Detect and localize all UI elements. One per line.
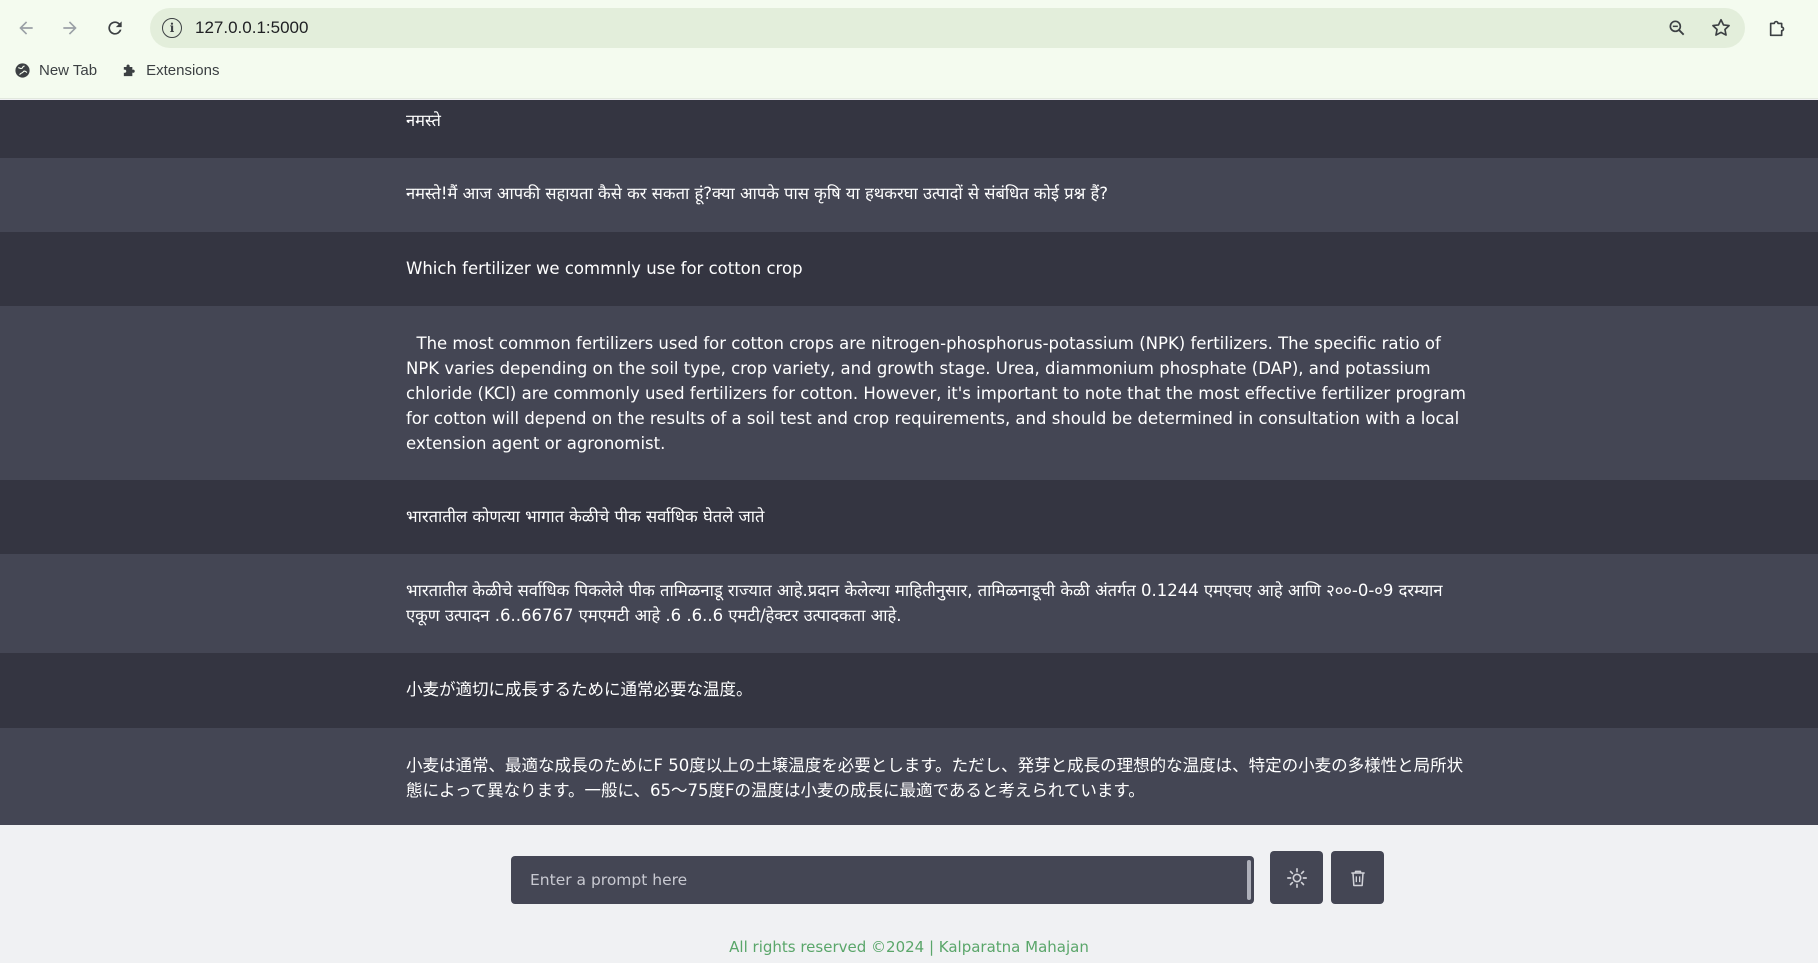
input-scroll-handle[interactable] — [1247, 860, 1251, 900]
back-button[interactable] — [12, 14, 40, 42]
message-text: 小麦が適切に成長するために通常必要な温度。 — [406, 680, 753, 699]
prompt-input[interactable] — [511, 856, 1254, 904]
bookmarks-bar: New Tab Extensions — [14, 62, 219, 79]
delete-chat-button[interactable] — [1331, 851, 1384, 904]
bot-message: 小麦は通常、最適な成長のためにF 50度以上の土壌温度を必要とします。ただし、発… — [0, 728, 1818, 825]
sun-icon — [1286, 867, 1307, 888]
message-text: 小麦は通常、最適な成長のためにF 50度以上の土壌温度を必要とします。ただし、発… — [406, 756, 1464, 800]
reload-icon — [108, 21, 122, 35]
back-arrow-icon — [19, 21, 33, 35]
message-text: भारतातील केळीचे सर्वाधिक पिकलेले पीक ताम… — [406, 581, 1443, 625]
extensions-icon[interactable] — [1764, 14, 1792, 42]
reload-button[interactable] — [101, 14, 129, 42]
zoom-icon[interactable] — [1665, 16, 1689, 40]
site-info-icon[interactable]: i — [162, 18, 182, 38]
message-text: नमस्ते!मैं आज आपकी सहायता कैसे कर सकता ह… — [406, 184, 1109, 203]
user-message: भारतातील कोणत्या भागात केळीचे पीक सर्वाध… — [0, 480, 1818, 554]
footer-text: All rights reserved ©2024 | Kalparatna M… — [729, 938, 1089, 956]
bookmark-label: Extensions — [146, 62, 220, 79]
forward-button[interactable] — [56, 14, 84, 42]
bookmark-label: New Tab — [39, 62, 98, 79]
message-text: भारतातील कोणत्या भागात केळीचे पीक सर्वाध… — [406, 507, 765, 526]
message-text: The most common fertilizers used for cot… — [406, 334, 1472, 453]
message-text: Which fertilizer we commnly use for cott… — [406, 259, 803, 278]
address-bar[interactable]: i 127.0.0.1:5000 — [150, 8, 1745, 48]
theme-toggle-button[interactable] — [1270, 851, 1323, 904]
bot-message: The most common fertilizers used for cot… — [0, 306, 1818, 480]
forward-arrow-icon — [63, 21, 77, 35]
chat-history[interactable]: नमस्ते नमस्ते!मैं आज आपकी सहायता कैसे कर… — [0, 100, 1818, 825]
bookmark-star-icon[interactable] — [1709, 16, 1733, 40]
bot-message: भारतातील केळीचे सर्वाधिक पिकलेले पीक ताम… — [0, 554, 1818, 653]
bookmark-new-tab[interactable]: New Tab — [14, 62, 97, 79]
prompt-box[interactable] — [511, 856, 1254, 904]
bookmark-extensions[interactable]: Extensions — [121, 62, 219, 79]
message-text: नमस्ते — [406, 111, 441, 130]
globe-icon — [15, 63, 30, 78]
user-message: 小麦が適切に成長するために通常必要な温度。 — [0, 653, 1818, 728]
puzzle-icon — [123, 64, 135, 77]
url-text[interactable]: 127.0.0.1:5000 — [195, 18, 308, 38]
bot-message: नमस्ते!मैं आज आपकी सहायता कैसे कर सकता ह… — [0, 158, 1818, 232]
user-message: Which fertilizer we commnly use for cott… — [0, 232, 1818, 306]
trash-icon — [1350, 870, 1365, 886]
user-message: नमस्ते — [0, 100, 1818, 158]
browser-toolbar: i 127.0.0.1:5000 New Tab Extensions — [0, 0, 1818, 99]
